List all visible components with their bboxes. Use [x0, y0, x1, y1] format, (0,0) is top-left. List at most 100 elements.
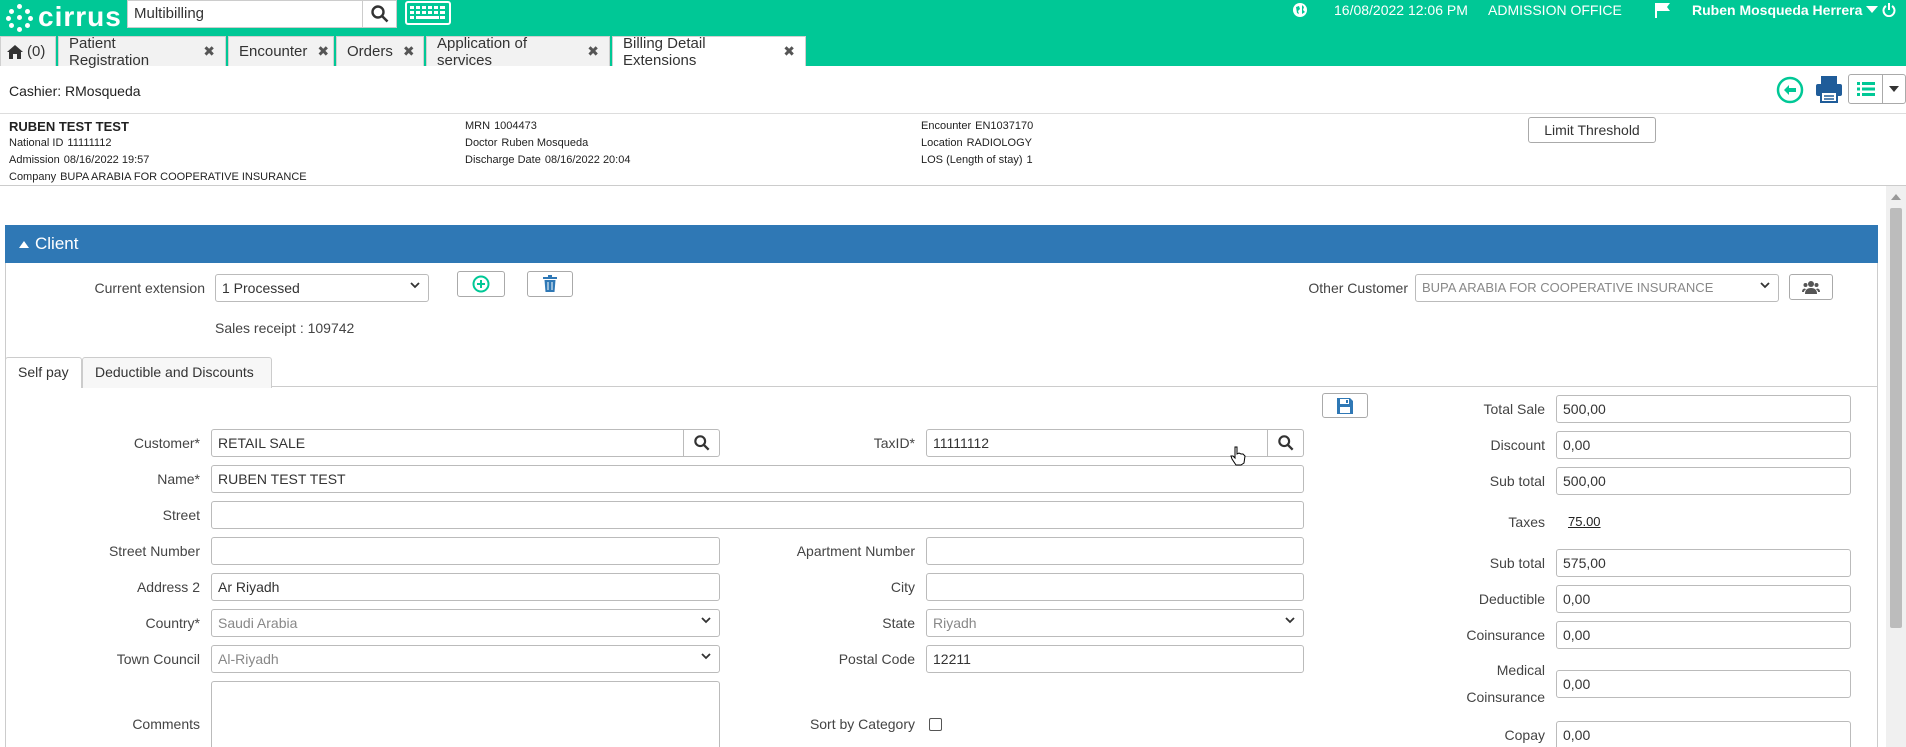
search-input[interactable]: Multibilling: [127, 0, 363, 28]
trash-icon: [543, 275, 557, 292]
tab-encounter[interactable]: Encounter ✖: [228, 36, 334, 66]
other-customer-value: BUPA ARABIA FOR COOPERATIVE INSURANCE: [1422, 280, 1714, 295]
address2-label: Address 2: [136, 579, 200, 595]
apartment-label: Apartment Number: [796, 543, 915, 559]
subtotal-label: Sub total: [1489, 473, 1545, 489]
close-icon[interactable]: ✖: [783, 43, 795, 60]
add-extension-button[interactable]: [457, 271, 505, 297]
globe-icon[interactable]: [1292, 0, 1308, 20]
back-button[interactable]: [1776, 76, 1804, 107]
power-icon[interactable]: [1882, 0, 1896, 20]
country-select[interactable]: Saudi Arabia: [211, 609, 720, 637]
chevron-down-icon: [701, 653, 711, 660]
logo-dots-icon: [6, 3, 34, 32]
medical-coinsurance-input[interactable]: 0,00: [1556, 670, 1851, 698]
sort-by-category-label: Sort by Category: [809, 716, 915, 732]
subtotal-input[interactable]: 500,00: [1556, 467, 1851, 495]
other-customer-select[interactable]: BUPA ARABIA FOR COOPERATIVE INSURANCE: [1415, 274, 1779, 302]
tab-self-pay[interactable]: Self pay: [5, 357, 82, 388]
city-input[interactable]: [926, 573, 1304, 601]
current-extension-label: Current extension: [94, 280, 205, 296]
country-value: Saudi Arabia: [218, 615, 298, 631]
copay-input[interactable]: 0,00: [1556, 721, 1851, 747]
coinsurance-input[interactable]: 0,00: [1556, 621, 1851, 649]
customer-search-button[interactable]: [684, 429, 720, 457]
limit-threshold-button[interactable]: Limit Threshold: [1528, 117, 1656, 143]
taxid-search-button[interactable]: [1268, 429, 1304, 457]
save-button[interactable]: [1322, 393, 1368, 418]
cashier-label: Cashier: RMosqueda: [9, 83, 141, 99]
plus-circle-icon: [472, 275, 490, 293]
street-input[interactable]: [211, 501, 1304, 529]
town-council-label: Town Council: [116, 651, 200, 667]
los-label: LOS (Length of stay): [921, 154, 1023, 166]
current-extension-select[interactable]: 1 Processed: [215, 274, 429, 302]
tab-billing-detail-extensions[interactable]: Billing Detail Extensions ✖: [612, 34, 806, 69]
close-icon[interactable]: ✖: [203, 43, 215, 60]
tab-label: Billing Detail Extensions: [623, 34, 706, 69]
sort-by-category-checkbox[interactable]: [929, 718, 942, 731]
close-icon[interactable]: ✖: [317, 43, 329, 60]
delete-extension-button[interactable]: [527, 271, 573, 297]
name-input[interactable]: RUBEN TEST TEST: [211, 465, 1304, 493]
tab-home[interactable]: (0): [0, 36, 56, 66]
total-sale-input[interactable]: 500,00: [1556, 395, 1851, 423]
company-value: BUPA ARABIA FOR COOPERATIVE INSURANCE: [60, 171, 307, 183]
taxid-label: TaxID*: [873, 435, 915, 451]
users-icon: [1802, 281, 1820, 294]
deductible-label: Deductible: [1478, 591, 1545, 607]
postal-code-input[interactable]: 12211: [926, 645, 1304, 673]
search-button[interactable]: [363, 0, 397, 28]
doctor-value: Ruben Mosqueda: [501, 137, 589, 149]
address2-input[interactable]: Ar Riyadh: [211, 573, 720, 601]
taxid-input[interactable]: 11111112: [926, 429, 1268, 457]
tab-application-of-services[interactable]: Application of services ✖: [426, 35, 610, 69]
office-selector[interactable]: ADMISSION OFFICE: [1488, 0, 1622, 20]
back-arrow-icon: [1776, 76, 1804, 104]
list-icon: [1856, 82, 1875, 96]
list-menu-button[interactable]: [1848, 74, 1906, 104]
postal-code-label: Postal Code: [838, 651, 915, 667]
subtab-bar: Self pay Deductible and Discounts: [5, 357, 1878, 388]
customers-button[interactable]: [1789, 274, 1833, 300]
caret-down-icon: [1866, 6, 1879, 13]
other-customer-label: Other Customer: [1308, 280, 1408, 296]
discharge-label: Discharge Date: [465, 154, 541, 166]
subtotal-taxed-input[interactable]: 575,00: [1556, 549, 1851, 577]
street-number-label: Street Number: [108, 543, 200, 559]
taxes-link[interactable]: 75.00: [1568, 514, 1601, 529]
street-number-input[interactable]: [211, 537, 720, 565]
flag-icon[interactable]: [1654, 0, 1672, 20]
keyboard-icon[interactable]: [405, 1, 451, 25]
customer-input[interactable]: RETAIL SALE: [211, 429, 684, 457]
cirrus-logo[interactable]: cirrus: [6, 1, 122, 32]
deductible-input[interactable]: 0,00: [1556, 585, 1851, 613]
scroll-up-icon[interactable]: [1891, 194, 1901, 200]
tab-label: Encounter: [239, 43, 308, 60]
tab-patient-registration[interactable]: Patient Registration ✖: [58, 35, 226, 69]
sales-receipt: Sales receipt : 109742: [215, 320, 355, 336]
state-select[interactable]: Riyadh: [926, 609, 1304, 637]
tab-deductible-and-discounts[interactable]: Deductible and Discounts: [82, 357, 272, 388]
client-panel-header[interactable]: Client: [5, 225, 1878, 263]
town-council-value: Al-Riyadh: [218, 651, 279, 667]
apartment-input[interactable]: [926, 537, 1304, 565]
vertical-scrollbar[interactable]: [1886, 186, 1906, 747]
discharge-value: 08/16/2022 20:04: [544, 154, 631, 166]
close-icon[interactable]: ✖: [403, 43, 415, 60]
chevron-down-icon: [1285, 617, 1295, 624]
user-menu[interactable]: Ruben Mosqueda Herrera: [1692, 0, 1879, 20]
town-council-select[interactable]: Al-Riyadh: [211, 645, 720, 673]
scrollbar-thumb[interactable]: [1890, 208, 1902, 628]
print-button[interactable]: [1815, 74, 1843, 107]
admission-value: 08/16/2022 19:57: [63, 154, 150, 166]
hand-cursor-icon: [1230, 446, 1246, 466]
caret-down-icon: [1889, 86, 1899, 92]
tab-orders[interactable]: Orders ✖: [336, 36, 424, 66]
close-icon[interactable]: ✖: [587, 43, 599, 60]
taxes-label: Taxes: [1508, 514, 1545, 530]
comments-textarea[interactable]: [211, 681, 720, 747]
discount-input[interactable]: 0,00: [1556, 431, 1851, 459]
coinsurance-label: Coinsurance: [1466, 627, 1545, 643]
chevron-down-icon: [410, 282, 420, 289]
